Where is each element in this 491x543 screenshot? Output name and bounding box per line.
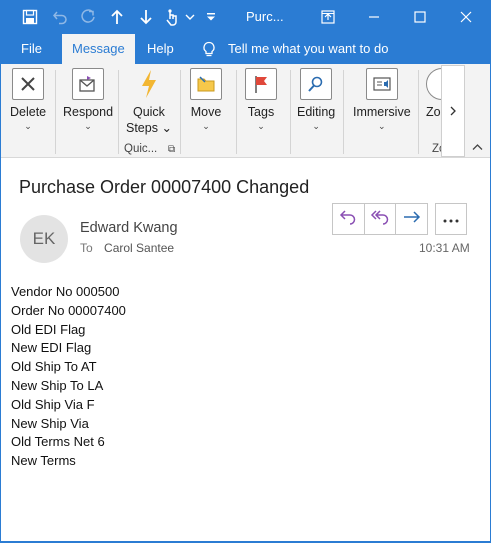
zoom-group-label: Zo [432, 143, 441, 155]
ribbon: Delete ⌄ Respond ⌄ Quick Steps ⌄ Quic...… [0, 64, 491, 158]
respond-icon [72, 68, 105, 100]
message-body: Vendor No 000500 Order No 00007400 Old EDI… [11, 283, 126, 471]
menu-message[interactable]: Message [62, 34, 135, 64]
sender-name[interactable]: Edward Kwang [80, 220, 178, 236]
body-line: New Ship Via [11, 415, 89, 431]
ribbon-separator [290, 70, 291, 154]
reply-all-icon [370, 209, 390, 230]
window-border-left [0, 64, 1, 543]
immersive-reader-icon [365, 68, 398, 100]
body-line: New EDI Flag [11, 340, 92, 356]
ribbon-separator [55, 70, 56, 154]
window-title: Purc... [246, 9, 284, 24]
up-arrow-icon[interactable] [107, 7, 127, 27]
tags-label: Tags [247, 105, 275, 119]
body-line: New Terms [11, 453, 76, 469]
body-line: Old Terms Net 6 [11, 434, 105, 450]
chevron-down-icon[interactable] [180, 7, 200, 27]
tell-me-search[interactable]: Tell me what you want to do [228, 34, 388, 64]
chevron-down-icon: ⌄ [24, 121, 32, 131]
lightbulb-icon [201, 41, 217, 57]
delete-label: Delete [10, 105, 47, 119]
message-subject: Purchase Order 00007400 Changed [19, 177, 310, 197]
body-line: Old EDI Flag [11, 321, 86, 337]
ribbon-scroll-right-button[interactable] [441, 65, 465, 157]
chevron-down-icon: ⌄ [378, 121, 386, 131]
collapse-ribbon-icon[interactable] [470, 142, 484, 154]
respond-label: Respond [63, 105, 114, 119]
chevron-down-icon: ⌄ [257, 121, 265, 131]
ribbon-separator [343, 70, 344, 154]
menu-file[interactable]: File [21, 34, 42, 64]
body-line: New Ship To LA [11, 377, 104, 393]
menu-bar: File Message Help Tell me what you want … [0, 34, 491, 64]
close-button[interactable] [443, 0, 489, 34]
editing-button[interactable]: Editing ⌄ [297, 68, 335, 131]
redo-icon[interactable] [78, 7, 98, 27]
quick-steps-group-label: Quic... [124, 143, 158, 155]
ellipsis-icon [443, 210, 459, 228]
body-line: Vendor No 000500 [11, 284, 120, 299]
ribbon-separator [118, 70, 119, 154]
zoom-icon [426, 68, 442, 100]
recipient-row: To Carol Santee [80, 241, 174, 255]
quick-steps-button[interactable]: Quick Steps ⌄ [126, 68, 172, 136]
search-icon [300, 68, 333, 100]
menu-help[interactable]: Help [147, 34, 174, 64]
forward-icon [403, 210, 421, 229]
ribbon-separator [418, 70, 419, 154]
to-label: To [80, 241, 93, 255]
body-line: Order No 00007400 [11, 302, 126, 318]
quick-steps-label-line1: Quick [132, 105, 165, 119]
ribbon-separator [236, 70, 237, 154]
message-time: 10:31 AM [419, 241, 470, 255]
respond-button[interactable]: Respond ⌄ [63, 68, 113, 131]
chevron-down-icon: ⌄ [202, 121, 210, 131]
chevron-down-icon: ⌄ [84, 121, 92, 131]
restore-icon[interactable] [305, 0, 351, 34]
body-line: Old Ship To AT [11, 359, 97, 375]
tags-button[interactable]: Tags ⌄ [245, 68, 277, 131]
immersive-label: Immersive [353, 105, 411, 119]
forward-button[interactable] [396, 204, 427, 234]
avatar[interactable]: EK [20, 215, 68, 263]
more-actions-button[interactable] [435, 203, 467, 235]
move-label: Move [190, 105, 222, 119]
save-icon[interactable] [20, 7, 40, 27]
immersive-button[interactable]: Immersive ⌄ [353, 68, 411, 131]
touch-mode-icon[interactable] [162, 7, 182, 27]
title-bar: Purc... [0, 0, 491, 34]
quick-steps-label-line2: Steps ⌄ [126, 121, 172, 135]
recipient-name[interactable]: Carol Santee [104, 241, 174, 255]
undo-icon[interactable] [50, 7, 70, 27]
maximize-button[interactable] [397, 0, 443, 34]
down-arrow-icon[interactable] [136, 7, 156, 27]
folder-icon [190, 68, 222, 100]
ribbon-separator [180, 70, 181, 154]
lightning-icon [133, 68, 165, 100]
reply-button[interactable] [333, 204, 365, 234]
move-button[interactable]: Move ⌄ [190, 68, 222, 131]
flag-icon [245, 68, 277, 100]
reply-actions [332, 203, 428, 235]
minimize-button[interactable] [351, 0, 397, 34]
reply-icon [339, 209, 357, 230]
customize-icon[interactable] [201, 7, 221, 27]
delete-icon [12, 68, 45, 100]
dialog-launcher-icon[interactable]: ⧉ [168, 144, 175, 155]
zoom-label: Zo [426, 105, 441, 119]
reply-all-button[interactable] [365, 204, 397, 234]
zoom-button[interactable]: Zo [426, 68, 442, 120]
editing-label: Editing [297, 105, 336, 119]
delete-button[interactable]: Delete ⌄ [10, 68, 46, 131]
body-line: Old Ship Via F [11, 396, 95, 412]
chevron-down-icon: ⌄ [312, 121, 320, 131]
